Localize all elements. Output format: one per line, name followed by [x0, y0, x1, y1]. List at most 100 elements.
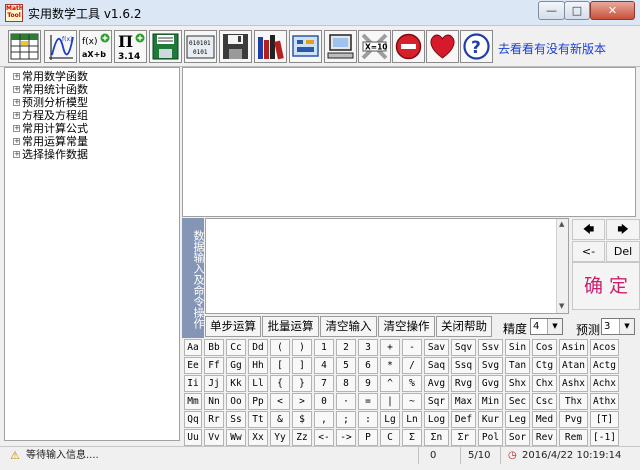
key-button[interactable]: ( [270, 339, 290, 356]
key-button[interactable]: Svg [478, 357, 503, 374]
key-button[interactable]: 3 [358, 339, 378, 356]
key-button[interactable]: [T] [590, 411, 619, 428]
key-button[interactable]: Ln [402, 411, 422, 428]
key-button[interactable]: Acos [590, 339, 619, 356]
function-graph-icon[interactable]: f(x) [44, 30, 77, 63]
key-button[interactable]: Ss [226, 411, 246, 428]
key-button[interactable]: Ashx [559, 375, 588, 392]
key-button[interactable]: Actg [590, 357, 619, 374]
key-button[interactable]: Ii [184, 375, 202, 392]
key-button[interactable]: Leg [505, 411, 530, 428]
help-icon[interactable]: ? [460, 30, 493, 63]
key-button[interactable]: [ [270, 357, 290, 374]
stop-icon[interactable] [392, 30, 425, 63]
books-icon[interactable] [254, 30, 287, 63]
key-button[interactable]: Log [424, 411, 449, 428]
key-button[interactable]: Yy [270, 429, 290, 446]
key-button[interactable]: Cc [226, 339, 246, 356]
screen-icon[interactable] [289, 30, 322, 63]
key-button[interactable]: Mm [184, 393, 202, 410]
key-button[interactable]: Csc [532, 393, 557, 410]
key-button[interactable]: > [292, 393, 312, 410]
key-button[interactable]: Zz [292, 429, 312, 446]
key-button[interactable]: ~ [402, 393, 422, 410]
scroll-up-icon[interactable]: ▲ [559, 220, 564, 228]
check-update-link[interactable]: 去看看有没有新版本 [498, 40, 606, 57]
key-button[interactable]: Hh [248, 357, 268, 374]
batch-run-button[interactable]: 批量运算 [262, 316, 319, 337]
key-button[interactable]: Athx [590, 393, 619, 410]
key-button[interactable]: Saq [424, 357, 449, 374]
key-button[interactable]: Ww [226, 429, 246, 446]
key-button[interactable]: Pvg [559, 411, 588, 428]
key-button[interactable]: Chx [532, 375, 557, 392]
key-button[interactable]: Atan [559, 357, 588, 374]
key-button[interactable]: : [358, 411, 378, 428]
key-button[interactable]: Sec [505, 393, 530, 410]
key-button[interactable]: ^ [380, 375, 400, 392]
key-button[interactable]: Nn [204, 393, 224, 410]
expand-icon[interactable]: + [13, 138, 20, 145]
key-button[interactable]: Ssv [478, 339, 503, 356]
key-button[interactable]: Achx [590, 375, 619, 392]
key-button[interactable]: Aa [184, 339, 202, 356]
key-button[interactable]: 0 [314, 393, 334, 410]
key-button[interactable]: Rem [559, 429, 588, 446]
key-button[interactable]: Jj [204, 375, 224, 392]
step-run-button[interactable]: 单步运算 [205, 316, 261, 337]
key-button[interactable]: 2 [336, 339, 356, 356]
pi-icon[interactable]: Π 3.14 [114, 30, 147, 63]
key-button[interactable]: · [336, 393, 356, 410]
key-button[interactable]: Xx [248, 429, 268, 446]
key-button[interactable]: 8 [336, 375, 356, 392]
key-button[interactable]: Σn [424, 429, 449, 446]
key-button[interactable]: Ee [184, 357, 202, 374]
delete-button[interactable]: Del [606, 241, 640, 262]
key-button[interactable]: , [314, 411, 334, 428]
key-button[interactable]: Σ [402, 429, 422, 446]
calculator-icon[interactable]: X=10 [358, 30, 391, 63]
key-button[interactable]: Pp [248, 393, 268, 410]
close-help-button[interactable]: 关闭帮助 [436, 316, 492, 337]
key-button[interactable]: -> [336, 429, 356, 446]
output-area[interactable] [182, 67, 636, 217]
expand-icon[interactable]: + [13, 73, 20, 80]
key-button[interactable]: Rev [532, 429, 557, 446]
key-button[interactable]: Kk [226, 375, 246, 392]
clear-input-button[interactable]: 清空输入 [320, 316, 377, 337]
key-button[interactable]: Thx [559, 393, 588, 410]
key-button[interactable]: ; [336, 411, 356, 428]
key-button[interactable]: Dd [248, 339, 268, 356]
backspace-button[interactable]: <- [572, 241, 605, 262]
key-button[interactable]: Oo [226, 393, 246, 410]
minimize-button[interactable]: — [538, 1, 565, 20]
linear-function-icon[interactable]: f(x) aX+b [79, 30, 112, 63]
key-button[interactable]: { [270, 375, 290, 392]
key-button[interactable]: - [402, 339, 422, 356]
key-button[interactable]: 5 [336, 357, 356, 374]
key-button[interactable]: P [358, 429, 378, 446]
predict-select[interactable]: 3 ▼ [601, 318, 635, 335]
key-button[interactable]: Pol [478, 429, 503, 446]
expand-icon[interactable]: + [13, 151, 20, 158]
key-button[interactable]: [-1] [590, 429, 619, 446]
key-button[interactable]: Def [451, 411, 476, 428]
command-input[interactable] [205, 218, 569, 314]
key-button[interactable]: Cos [532, 339, 557, 356]
maximize-button[interactable]: □ [564, 1, 590, 20]
key-button[interactable]: 6 [358, 357, 378, 374]
key-button[interactable]: Sqv [451, 339, 476, 356]
input-scrollbar[interactable]: ▲ ▼ [556, 219, 568, 313]
key-button[interactable]: Ff [204, 357, 224, 374]
cursor-right-button[interactable]: 🡆 [606, 219, 640, 240]
scroll-down-icon[interactable]: ▼ [559, 302, 564, 310]
key-button[interactable]: Uu [184, 429, 202, 446]
key-button[interactable]: % [402, 375, 422, 392]
computer-icon[interactable] [324, 30, 357, 63]
key-button[interactable]: & [270, 411, 290, 428]
key-button[interactable]: Sor [505, 429, 530, 446]
key-button[interactable]: Shx [505, 375, 530, 392]
binary-data-icon[interactable]: 010101 0101 [184, 30, 217, 63]
key-button[interactable]: ] [292, 357, 312, 374]
key-button[interactable]: Bb [204, 339, 224, 356]
